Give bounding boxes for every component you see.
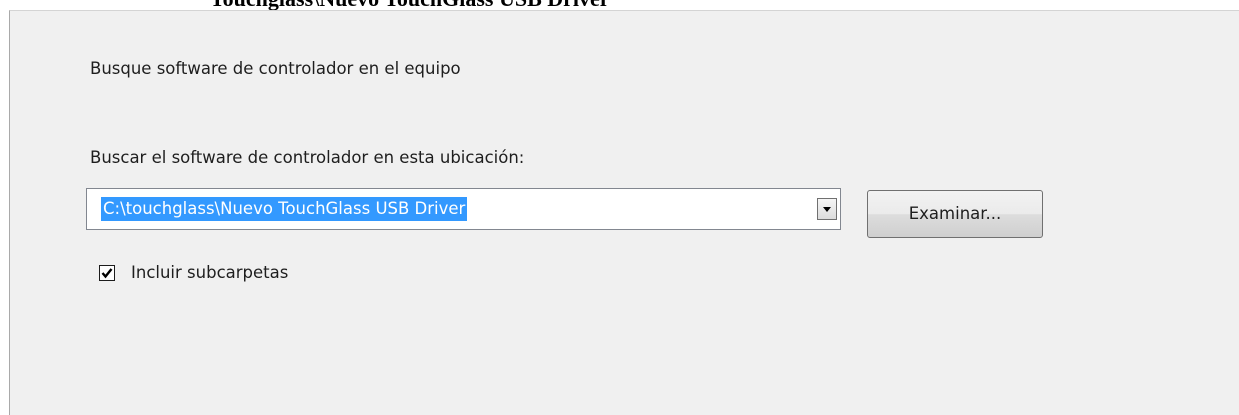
path-combobox[interactable]: C:\touchglass\Nuevo TouchGlass USB Drive… xyxy=(86,188,841,230)
page-heading: Busque software de controlador en el equ… xyxy=(90,59,461,78)
driver-search-dialog: Busque software de controlador en el equ… xyxy=(9,10,1239,415)
checkbox-box[interactable] xyxy=(99,265,115,281)
chevron-down-icon xyxy=(823,207,831,212)
path-input[interactable]: C:\touchglass\Nuevo TouchGlass USB Drive… xyxy=(101,197,468,221)
checkmark-icon xyxy=(101,268,113,279)
clipped-title-text: Touchglass\Nuevo TouchGlass USB Driver xyxy=(210,0,610,10)
include-subfolders-label: Incluir subcarpetas xyxy=(131,263,289,282)
browse-button[interactable]: Examinar... xyxy=(867,190,1043,238)
path-dropdown-button[interactable] xyxy=(817,198,837,220)
clipped-title-strip: Touchglass\Nuevo TouchGlass USB Driver xyxy=(0,0,1239,10)
location-label: Buscar el software de controlador en est… xyxy=(90,148,525,167)
